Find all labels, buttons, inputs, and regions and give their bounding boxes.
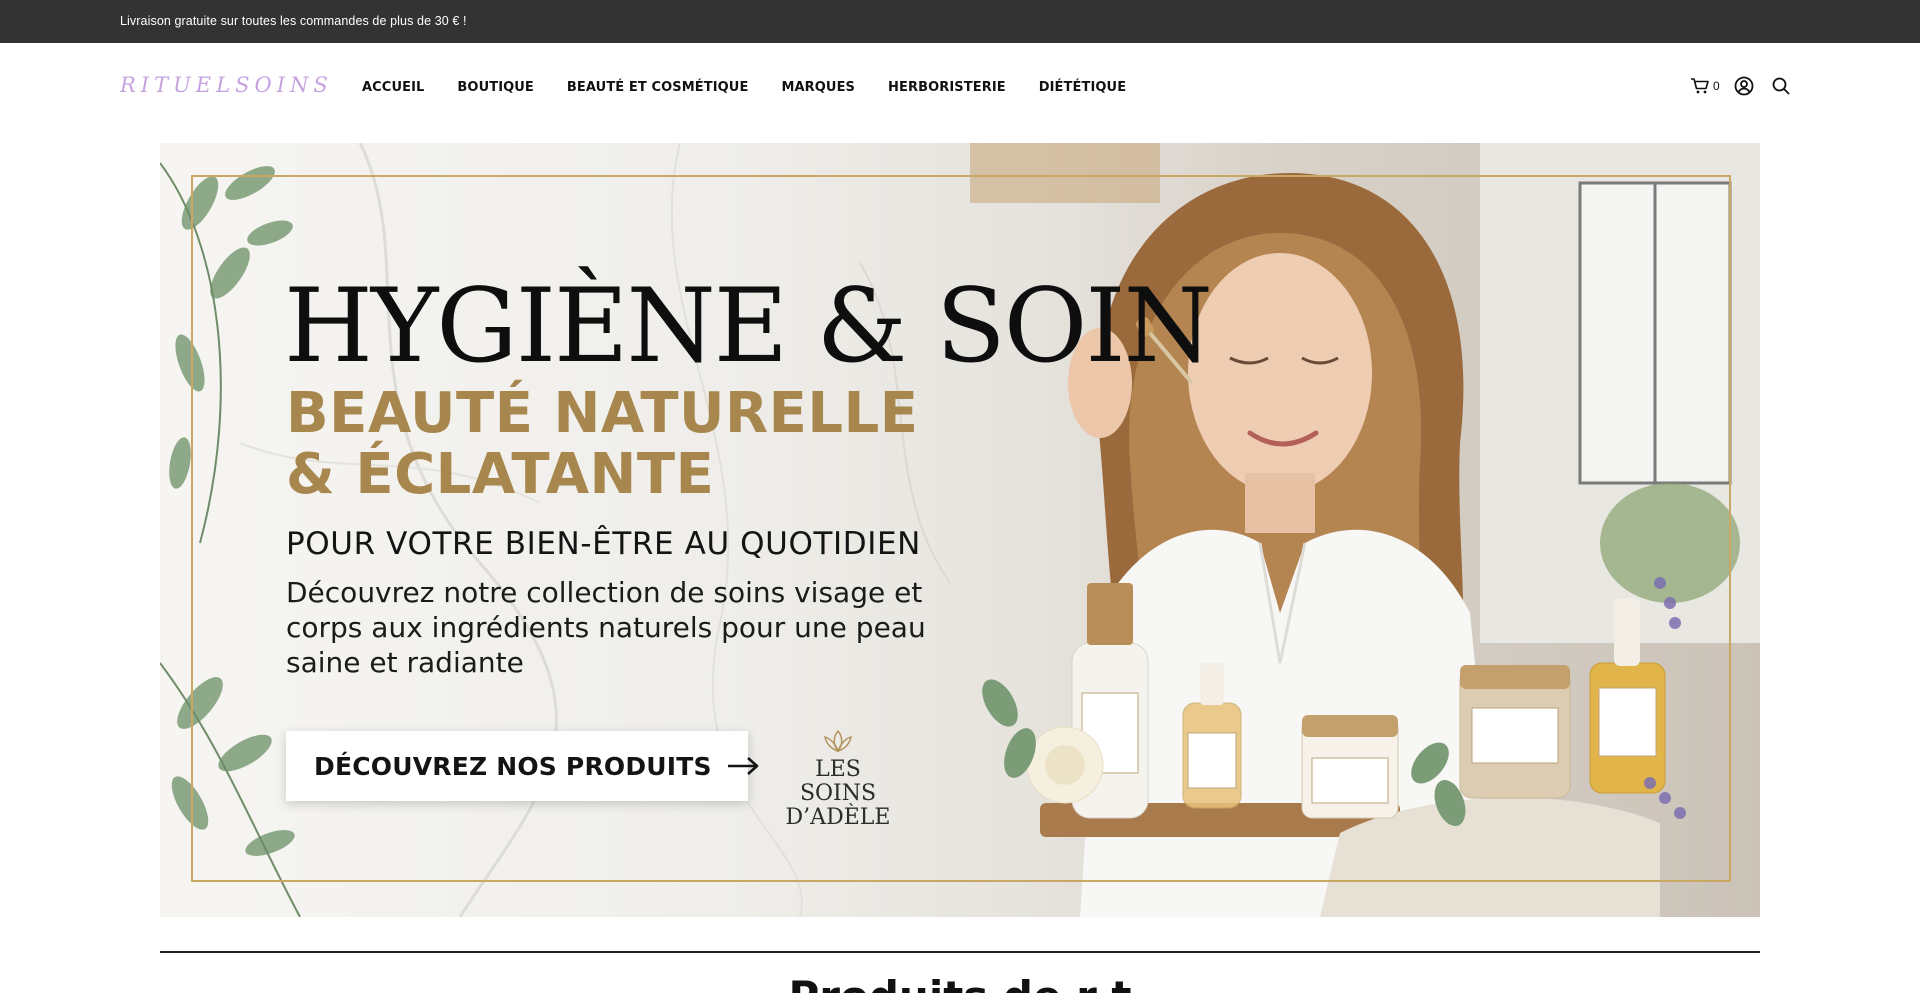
brand-mark: LES SOINS D’ADÈLE — [775, 729, 901, 830]
account-icon — [1734, 76, 1754, 96]
discover-products-label: DÉCOUVREZ NOS PRODUITS — [314, 751, 712, 781]
brand-name-line2: D’ADÈLE — [785, 805, 891, 830]
hero-banner[interactable]: HYGIÈNE & SOIN BEAUTÉ NATURELLE & ÉCLATA… — [160, 143, 1760, 917]
site-header: RITUELSOINS ACCUEIL BOUTIQUE BEAUTÉ ET C… — [0, 43, 1920, 133]
nav-item-accueil[interactable]: ACCUEIL — [362, 80, 424, 95]
nav-item-herboristerie[interactable]: HERBORISTERIE — [888, 80, 1006, 95]
discover-products-button[interactable]: DÉCOUVREZ NOS PRODUITS — [286, 731, 759, 801]
section-title: Produits de r t — [0, 972, 1920, 993]
search-icon — [1772, 77, 1790, 95]
site-logo[interactable]: RITUELSOINS — [120, 73, 333, 97]
nav-item-boutique[interactable]: BOUTIQUE — [457, 80, 534, 95]
hero-tagline: POUR VOTRE BIEN-ÊTRE AU QUOTIDIEN — [286, 526, 921, 562]
hero-title: HYGIÈNE & SOIN — [284, 267, 1213, 386]
announcement-text: Livraison gratuite sur toutes les comman… — [120, 14, 467, 28]
cart-button[interactable]: 0 — [1690, 77, 1734, 95]
hero-subtitle: BEAUTÉ NATURELLE & ÉCLATANTE — [286, 383, 919, 505]
hero-subtitle-line2: & ÉCLATANTE — [286, 442, 715, 507]
nav-item-marques[interactable]: MARQUES — [781, 80, 855, 95]
hero-subtitle-line1: BEAUTÉ NATURELLE — [286, 381, 919, 446]
arrow-right-icon — [726, 756, 760, 776]
cart-count: 0 — [1713, 79, 1720, 93]
lotus-icon — [824, 729, 852, 753]
header-actions: 0 — [1690, 76, 1790, 96]
announcement-bar: Livraison gratuite sur toutes les comman… — [0, 0, 1920, 43]
nav-item-dietetique[interactable]: DIÉTÉTIQUE — [1039, 80, 1126, 95]
search-button[interactable] — [1772, 77, 1790, 95]
cart-icon — [1691, 78, 1709, 94]
account-button[interactable] — [1734, 76, 1754, 96]
nav-item-beaute-cosmetique[interactable]: BEAUTÉ ET COSMÉTIQUE — [567, 80, 749, 95]
hero-description: Découvrez notre collection de soins visa… — [286, 576, 926, 679]
brand-name-line1: LES SOINS — [799, 757, 877, 806]
section-divider — [160, 951, 1760, 953]
main-nav: ACCUEIL BOUTIQUE BEAUTÉ ET COSMÉTIQUE MA… — [362, 80, 1159, 95]
